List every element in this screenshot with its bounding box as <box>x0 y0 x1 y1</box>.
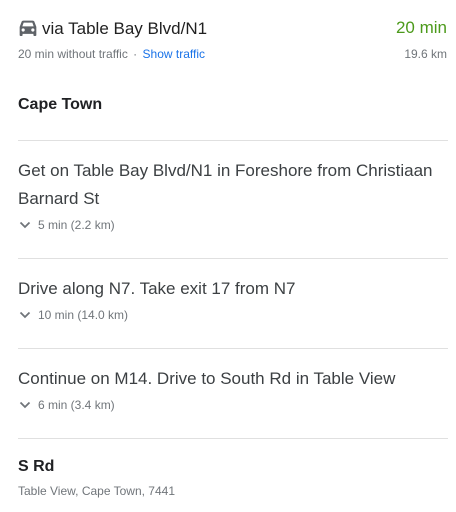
destination-address: Table View, Cape Town, 7441 <box>18 484 176 498</box>
chevron-down-icon <box>19 221 31 229</box>
route-duration: 20 min <box>395 18 447 37</box>
step-instruction: Get on Table Bay Blvd/N1 in Foreshore fr… <box>18 161 433 208</box>
step-duration-distance: 5 min (2.2 km) <box>38 218 115 232</box>
route-title: via Table Bay Blvd/N1 <box>42 19 208 38</box>
divider <box>18 348 448 349</box>
chevron-down-icon <box>19 311 31 319</box>
direction-step: Drive along N7. Take exit 17 from N7 10 … <box>18 275 448 323</box>
step-expand-toggle[interactable]: 10 min (14.0 km) <box>18 307 448 323</box>
traffic-info: 20 min without traffic · Show traffic <box>18 46 205 62</box>
step-instruction: Drive along N7. Take exit 17 from N7 <box>18 279 296 298</box>
step-instruction: Continue on M14. Drive to South Rd in Ta… <box>18 369 396 388</box>
chevron-down-icon <box>19 401 31 409</box>
without-traffic-text: 20 min without traffic <box>18 47 128 61</box>
origin-name: Cape Town <box>18 96 103 113</box>
car-icon <box>19 20 37 36</box>
direction-step: Continue on M14. Drive to South Rd in Ta… <box>18 365 448 413</box>
destination-name: S Rd <box>18 458 55 475</box>
separator: · <box>133 47 138 61</box>
step-expand-toggle[interactable]: 5 min (2.2 km) <box>18 217 448 233</box>
direction-step: Get on Table Bay Blvd/N1 in Foreshore fr… <box>18 157 448 233</box>
divider <box>18 140 448 141</box>
step-duration-distance: 10 min (14.0 km) <box>38 308 129 322</box>
step-expand-toggle[interactable]: 6 min (3.4 km) <box>18 397 448 413</box>
divider <box>18 258 448 259</box>
show-traffic-link[interactable]: Show traffic <box>143 47 205 61</box>
route-distance: 19.6 km <box>404 47 447 61</box>
divider <box>18 438 448 439</box>
step-duration-distance: 6 min (3.4 km) <box>38 398 115 412</box>
route-summary: via Table Bay Blvd/N1 20 min 20 min with… <box>0 0 456 72</box>
